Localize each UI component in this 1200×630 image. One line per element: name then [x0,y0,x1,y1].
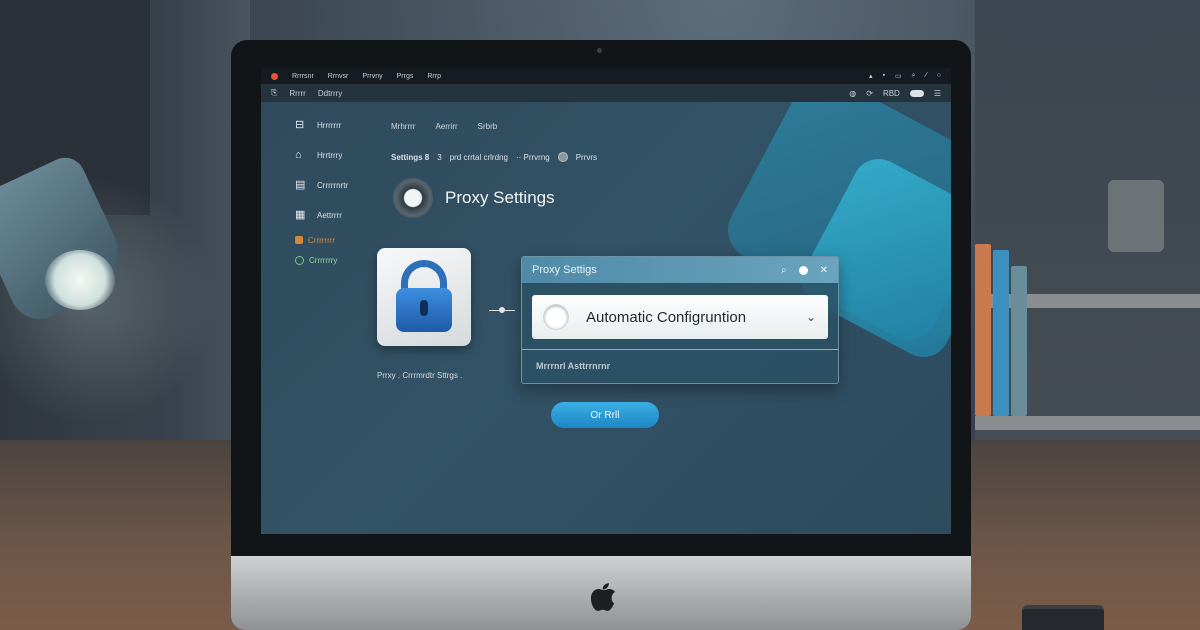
tab[interactable]: Aerrirr [435,122,457,131]
status-tray: ▴ ▪ ▭ ⌕ ⁄ ○ [869,72,941,80]
toolbar-icon[interactable]: ⎘ [271,88,277,98]
breadcrumb-item[interactable]: Prrvrs [576,153,597,162]
battery-icon[interactable]: ▭ [895,72,902,80]
book [993,250,1009,416]
breadcrumb-item[interactable]: Settings 8 [391,153,429,162]
shelf-board-lower [975,416,1200,430]
sidebar-item-network[interactable]: ⊟ Hrrrrrrr [295,110,385,140]
search-icon[interactable]: ⌕ [781,265,787,276]
lamp-bulb [45,250,115,310]
breadcrumb-item[interactable]: ·· Prrvrng [516,153,550,162]
breadcrumb-item[interactable]: 3 [437,153,441,162]
chevron-down-icon[interactable]: ⌄ [806,310,816,324]
menu-item[interactable]: Rrrp [427,73,441,80]
sidebar-extra-green[interactable]: Crrrrrrry [295,250,385,270]
apple-logo-icon [591,583,616,611]
tab[interactable]: Srbrb [478,122,498,131]
minimize-icon[interactable] [798,265,808,275]
document-icon: ▦ [295,208,306,221]
sidebar-item-label: Hrrtrrry [317,150,343,160]
app-toolbar: ⎘ Rrrrr Ddtrrry ◍ ⟳ RBD ☰ [261,84,951,102]
sidebar-item-label: Hrrrrrrr [317,120,342,130]
imac-monitor: Rrrrsnr Rrnvsr Prrvny Prrgs Rrrp ▴ ▪ ▭ ⌕… [231,40,971,630]
screen: Rrrrsnr Rrnvsr Prrvny Prrgs Rrrp ▴ ▪ ▭ ⌕… [261,68,951,534]
monitor-chin [231,556,971,630]
folder-icon: ▤ [295,178,306,191]
sidebar-item-folder[interactable]: ▤ Crrrrrnrtr [295,170,385,200]
apple-menu-icon[interactable] [271,72,278,80]
divider [522,349,838,350]
menu-item[interactable]: Rrnvsr [328,73,349,80]
toolbar-right: ◍ ⟳ RBD ☰ [849,89,941,98]
menu-icon[interactable]: ☰ [934,89,941,98]
refresh-icon[interactable]: ⟳ [866,89,873,98]
menu-item[interactable]: Prrvny [362,73,382,80]
toolbar-text[interactable]: RBD [883,89,900,98]
sidebar-item-label: Crrrrrnrtr [317,180,349,190]
manual-option[interactable]: Mrrrnrl Asttrrnrnr [536,361,610,371]
page-title: Proxy Settings [445,188,555,207]
menu-bar: Rrrrsnr Rrnvsr Prrvny Prrgs Rrrp ▴ ▪ ▭ ⌕… [261,68,951,84]
selected-option: Automatic Configruntion [586,308,747,326]
lock-card[interactable] [377,248,471,346]
toolbar-item[interactable]: Ddtrrry [318,89,342,98]
keyhole [420,300,428,316]
control-center-icon[interactable]: ⁄ [926,72,927,80]
sidebar-item-label: Aettrrrr [317,210,342,220]
sidebar-item-home[interactable]: ⌂ Hrrtrrry [295,140,385,170]
clock-icon[interactable]: ○ [937,72,941,80]
green-circle-icon [295,255,304,265]
sidebar-extra-label: Crrrrrrrr [308,235,336,245]
proxy-settings-dialog: Proxy Settigs ⌕ ✕ Automatic Configruntio… [521,256,839,384]
book [1011,266,1027,416]
sidebar-extra-label: Crrrrrrry [309,255,338,265]
network-icon: ⊟ [295,118,305,131]
tab[interactable]: Mrhrrrr [391,122,415,131]
menu-item[interactable]: Rrrrsnr [292,73,314,80]
search-icon[interactable]: ⌕ [912,72,916,80]
sidebar: ⊟ Hrrrrrrr ⌂ Hrrtrrry ▤ Crrrrrnrtr ▦ Aet… [295,110,385,270]
camera [597,48,602,53]
shelf-vase [1108,180,1164,252]
breadcrumb-item[interactable]: prd crrtal crlrdng [450,153,508,162]
tab-bar: Mrhrrrr Aerrirr Srbrb [391,122,497,131]
menu-item[interactable]: Prrgs [397,73,414,80]
radio-icon[interactable] [557,152,568,162]
radio-button[interactable] [544,305,568,329]
bluetooth-icon[interactable]: ▪ [883,72,885,80]
orange-folder-icon [295,236,303,244]
lock-body [396,288,452,332]
dialog-title: Proxy Settigs [532,264,597,276]
wifi-icon[interactable]: ▴ [869,72,873,80]
page-header: Proxy Settings [393,178,555,218]
dialog-controls: ⌕ ✕ [781,265,828,276]
toolbar-item[interactable]: Rrrrr [289,89,305,98]
coffee-cup [1022,605,1104,630]
sidebar-item-document[interactable]: ▦ Aettrrrr [295,200,385,230]
configuration-select[interactable]: Automatic Configruntion ⌄ [532,295,828,339]
home-icon: ⌂ [295,148,302,161]
connector-line [489,307,515,313]
sync-icon[interactable]: ◍ [849,89,856,98]
lock-caption: Prrxy . Crrrmrdtr Sttrgs . [377,371,463,380]
close-icon[interactable]: ✕ [820,265,828,276]
proxy-toggle-icon[interactable] [393,178,433,218]
breadcrumb: Settings 8 3 prd crrtal crlrdng ·· Prrvr… [391,152,597,162]
ok-button[interactable]: Or Rrll [551,402,659,428]
books [975,244,1027,416]
sidebar-extra-orange[interactable]: Crrrrrrrr [295,230,385,250]
dialog-header: Proxy Settigs ⌕ ✕ [522,257,838,283]
toggle-icon[interactable] [909,89,924,97]
book [975,244,991,416]
